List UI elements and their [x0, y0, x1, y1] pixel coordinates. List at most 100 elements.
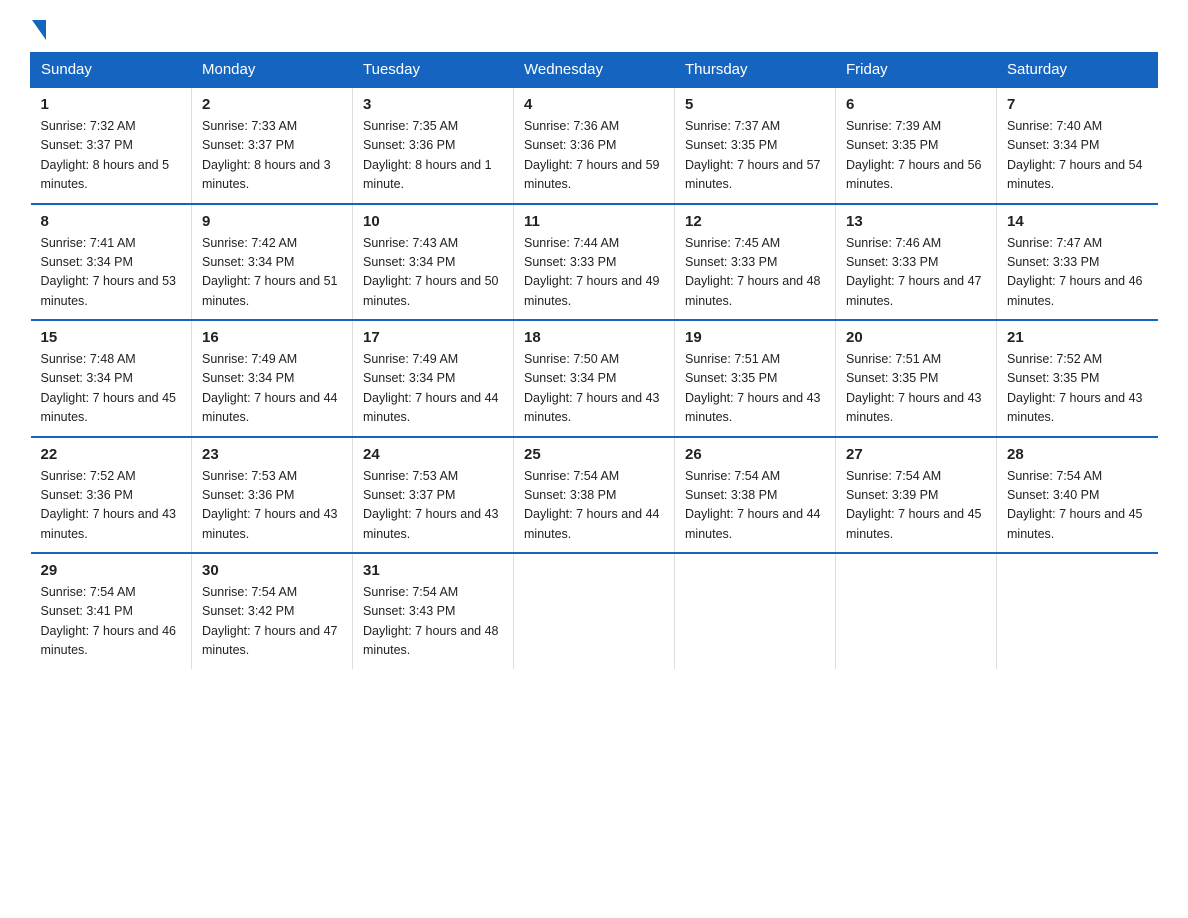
calendar-cell: 12 Sunrise: 7:45 AMSunset: 3:33 PMDayligh… — [675, 204, 836, 321]
header-cell-thursday: Thursday — [675, 53, 836, 88]
day-number: 14 — [1007, 213, 1148, 230]
day-info: Sunrise: 7:32 AMSunset: 3:37 PMDaylight:… — [41, 117, 182, 195]
day-number: 7 — [1007, 96, 1148, 113]
header-cell-sunday: Sunday — [31, 53, 192, 88]
header-cell-tuesday: Tuesday — [353, 53, 514, 88]
day-info: Sunrise: 7:53 AMSunset: 3:37 PMDaylight:… — [363, 467, 503, 545]
day-number: 11 — [524, 213, 664, 230]
day-info: Sunrise: 7:54 AMSunset: 3:41 PMDaylight:… — [41, 583, 182, 661]
day-info: Sunrise: 7:42 AMSunset: 3:34 PMDaylight:… — [202, 234, 342, 312]
day-number: 20 — [846, 329, 986, 346]
day-number: 13 — [846, 213, 986, 230]
header-cell-wednesday: Wednesday — [514, 53, 675, 88]
day-number: 17 — [363, 329, 503, 346]
calendar-cell: 5 Sunrise: 7:37 AMSunset: 3:35 PMDaylight… — [675, 87, 836, 204]
calendar-cell — [514, 553, 675, 669]
day-info: Sunrise: 7:51 AMSunset: 3:35 PMDaylight:… — [846, 350, 986, 428]
day-number: 31 — [363, 562, 503, 579]
calendar-cell: 2Sunrise: 7:33 AMSunset: 3:37 PMDaylight… — [192, 87, 353, 204]
week-row-5: 29 Sunrise: 7:54 AMSunset: 3:41 PMDayligh… — [31, 553, 1158, 669]
day-info: Sunrise: 7:47 AMSunset: 3:33 PMDaylight:… — [1007, 234, 1148, 312]
day-number: 25 — [524, 446, 664, 463]
day-number: 8 — [41, 213, 182, 230]
calendar-cell: 23 Sunrise: 7:53 AMSunset: 3:36 PMDayligh… — [192, 437, 353, 554]
day-number: 15 — [41, 329, 182, 346]
calendar-cell: 10 Sunrise: 7:43 AMSunset: 3:34 PMDayligh… — [353, 204, 514, 321]
week-row-1: 1Sunrise: 7:32 AMSunset: 3:37 PMDaylight… — [31, 87, 1158, 204]
day-info: Sunrise: 7:54 AMSunset: 3:42 PMDaylight:… — [202, 583, 342, 661]
week-row-4: 22 Sunrise: 7:52 AMSunset: 3:36 PMDayligh… — [31, 437, 1158, 554]
day-number: 29 — [41, 562, 182, 579]
day-info: Sunrise: 7:45 AMSunset: 3:33 PMDaylight:… — [685, 234, 825, 312]
day-number: 28 — [1007, 446, 1148, 463]
day-number: 19 — [685, 329, 825, 346]
calendar-cell — [997, 553, 1158, 669]
day-info: Sunrise: 7:54 AMSunset: 3:43 PMDaylight:… — [363, 583, 503, 661]
calendar-cell — [675, 553, 836, 669]
day-number: 4 — [524, 96, 664, 113]
day-number: 21 — [1007, 329, 1148, 346]
calendar-cell: 27 Sunrise: 7:54 AMSunset: 3:39 PMDayligh… — [836, 437, 997, 554]
calendar-cell: 17Sunrise: 7:49 AMSunset: 3:34 PMDayligh… — [353, 320, 514, 437]
day-number: 27 — [846, 446, 986, 463]
calendar-cell: 11 Sunrise: 7:44 AMSunset: 3:33 PMDayligh… — [514, 204, 675, 321]
calendar-cell: 28 Sunrise: 7:54 AMSunset: 3:40 PMDayligh… — [997, 437, 1158, 554]
day-info: Sunrise: 7:54 AMSunset: 3:39 PMDaylight:… — [846, 467, 986, 545]
calendar-cell: 20 Sunrise: 7:51 AMSunset: 3:35 PMDayligh… — [836, 320, 997, 437]
day-number: 5 — [685, 96, 825, 113]
calendar-cell: 31 Sunrise: 7:54 AMSunset: 3:43 PMDayligh… — [353, 553, 514, 669]
calendar-cell: 14 Sunrise: 7:47 AMSunset: 3:33 PMDayligh… — [997, 204, 1158, 321]
header-cell-friday: Friday — [836, 53, 997, 88]
day-number: 24 — [363, 446, 503, 463]
day-info: Sunrise: 7:41 AMSunset: 3:34 PMDaylight:… — [41, 234, 182, 312]
day-number: 2 — [202, 96, 342, 113]
day-info: Sunrise: 7:43 AMSunset: 3:34 PMDaylight:… — [363, 234, 503, 312]
calendar-cell: 4 Sunrise: 7:36 AMSunset: 3:36 PMDaylight… — [514, 87, 675, 204]
day-number: 30 — [202, 562, 342, 579]
day-number: 23 — [202, 446, 342, 463]
day-number: 26 — [685, 446, 825, 463]
calendar-cell: 26 Sunrise: 7:54 AMSunset: 3:38 PMDayligh… — [675, 437, 836, 554]
day-number: 9 — [202, 213, 342, 230]
calendar-cell: 29 Sunrise: 7:54 AMSunset: 3:41 PMDayligh… — [31, 553, 192, 669]
day-info: Sunrise: 7:53 AMSunset: 3:36 PMDaylight:… — [202, 467, 342, 545]
day-info: Sunrise: 7:36 AMSunset: 3:36 PMDaylight:… — [524, 117, 664, 195]
day-info: Sunrise: 7:49 AMSunset: 3:34 PMDaylight:… — [202, 350, 342, 428]
calendar-cell: 3 Sunrise: 7:35 AMSunset: 3:36 PMDaylight… — [353, 87, 514, 204]
day-info: Sunrise: 7:46 AMSunset: 3:33 PMDaylight:… — [846, 234, 986, 312]
header-row: SundayMondayTuesdayWednesdayThursdayFrid… — [31, 53, 1158, 88]
day-number: 16 — [202, 329, 342, 346]
day-number: 6 — [846, 96, 986, 113]
day-info: Sunrise: 7:44 AMSunset: 3:33 PMDaylight:… — [524, 234, 664, 312]
header-cell-monday: Monday — [192, 53, 353, 88]
page-header — [30, 20, 1158, 34]
calendar-cell: 30 Sunrise: 7:54 AMSunset: 3:42 PMDayligh… — [192, 553, 353, 669]
day-number: 18 — [524, 329, 664, 346]
calendar-cell: 22 Sunrise: 7:52 AMSunset: 3:36 PMDayligh… — [31, 437, 192, 554]
calendar-body: 1Sunrise: 7:32 AMSunset: 3:37 PMDaylight… — [31, 87, 1158, 669]
day-number: 10 — [363, 213, 503, 230]
day-info: Sunrise: 7:52 AMSunset: 3:36 PMDaylight:… — [41, 467, 182, 545]
calendar-cell: 25Sunrise: 7:54 AMSunset: 3:38 PMDayligh… — [514, 437, 675, 554]
calendar-cell — [836, 553, 997, 669]
logo-arrow-icon — [32, 20, 46, 40]
calendar-cell: 9 Sunrise: 7:42 AMSunset: 3:34 PMDaylight… — [192, 204, 353, 321]
calendar-cell: 24 Sunrise: 7:53 AMSunset: 3:37 PMDayligh… — [353, 437, 514, 554]
week-row-2: 8 Sunrise: 7:41 AMSunset: 3:34 PMDaylight… — [31, 204, 1158, 321]
header-cell-saturday: Saturday — [997, 53, 1158, 88]
day-info: Sunrise: 7:54 AMSunset: 3:38 PMDaylight:… — [685, 467, 825, 545]
calendar-table: SundayMondayTuesdayWednesdayThursdayFrid… — [30, 52, 1158, 669]
calendar-cell: 15Sunrise: 7:48 AMSunset: 3:34 PMDayligh… — [31, 320, 192, 437]
calendar-cell: 6 Sunrise: 7:39 AMSunset: 3:35 PMDaylight… — [836, 87, 997, 204]
day-number: 12 — [685, 213, 825, 230]
day-number: 3 — [363, 96, 503, 113]
day-info: Sunrise: 7:50 AMSunset: 3:34 PMDaylight:… — [524, 350, 664, 428]
day-info: Sunrise: 7:51 AMSunset: 3:35 PMDaylight:… — [685, 350, 825, 428]
calendar-cell: 1Sunrise: 7:32 AMSunset: 3:37 PMDaylight… — [31, 87, 192, 204]
day-number: 22 — [41, 446, 182, 463]
day-info: Sunrise: 7:37 AMSunset: 3:35 PMDaylight:… — [685, 117, 825, 195]
calendar-cell: 21Sunrise: 7:52 AMSunset: 3:35 PMDayligh… — [997, 320, 1158, 437]
day-info: Sunrise: 7:54 AMSunset: 3:40 PMDaylight:… — [1007, 467, 1148, 545]
day-info: Sunrise: 7:39 AMSunset: 3:35 PMDaylight:… — [846, 117, 986, 195]
day-info: Sunrise: 7:35 AMSunset: 3:36 PMDaylight:… — [363, 117, 503, 195]
